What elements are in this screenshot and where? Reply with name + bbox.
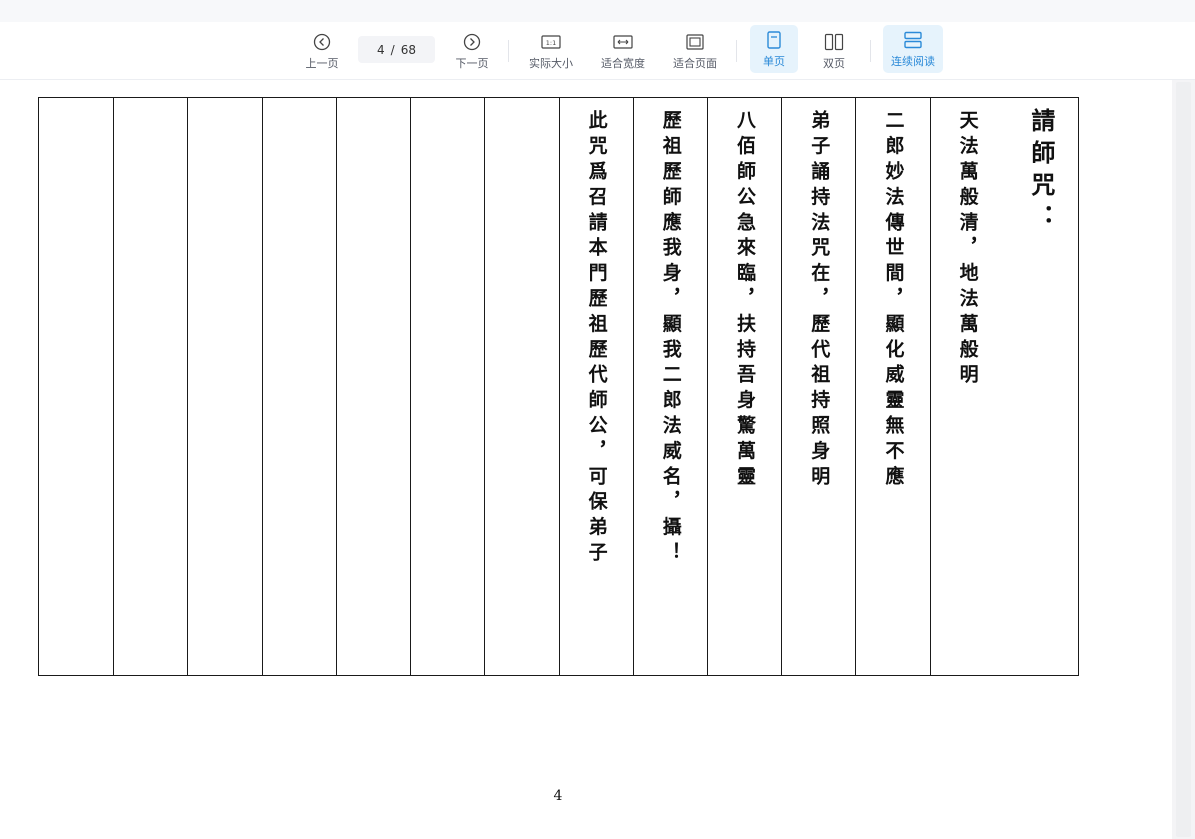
manuscript-column (261, 98, 336, 675)
double-page-label: 双页 (823, 56, 845, 70)
manuscript-column: 此咒爲召請本門歷祖歷代師公，可保弟子 (558, 98, 633, 675)
continuous-read-button[interactable]: 连续阅读 (883, 25, 943, 73)
continuous-read-icon (903, 30, 923, 50)
page-number-footer: 4 (553, 788, 563, 804)
double-page-button[interactable]: 双页 (812, 22, 856, 80)
actual-size-icon-text: 1:1 (546, 39, 556, 47)
incantation-line: 天法萬般清，地法萬般明 (956, 110, 979, 390)
manuscript-column (39, 98, 113, 675)
toolbar-divider (508, 40, 509, 62)
manuscript-grid: 請師咒： 天法萬般清，地法萬般明 二郎妙法傳世間，顯化威靈無不應 弟子誦持法咒在，歷代… (38, 97, 1079, 676)
manuscript-column (335, 98, 410, 675)
chevron-left-circle-icon (312, 32, 332, 52)
incantation-line: 八佰師公急來臨，扶持吾身驚萬靈 (734, 110, 757, 491)
manuscript-column: 歷祖歷師應我身，顯我二郎法威名，攝！ (632, 98, 707, 675)
incantation-line: 歷祖歷師應我身，顯我二郎法威名，攝！ (659, 110, 682, 568)
manuscript-column: 請師咒： (1004, 98, 1078, 675)
incantation-title: 請師咒： (1026, 108, 1056, 236)
fit-page-icon (685, 32, 705, 52)
incantation-line: 二郎妙法傳世間，顯化威靈無不應 (882, 110, 905, 491)
scrollbar-thumb[interactable] (1176, 82, 1191, 837)
actual-size-button[interactable]: 1:1 实际大小 (524, 22, 578, 80)
current-page-input[interactable]: 4 (377, 43, 385, 57)
actual-size-icon: 1:1 (541, 32, 561, 52)
toolbar-divider (736, 40, 737, 62)
fit-width-icon (613, 32, 633, 52)
double-page-icon (824, 32, 844, 52)
viewer-toolbar: 上一页 4 / 68 下一页 1:1 实际大小 适合宽度 适合页面 单页 双页 … (0, 22, 1195, 80)
single-page-icon (764, 30, 784, 50)
manuscript-column: 弟子誦持法咒在，歷代祖持照身明 (781, 98, 855, 675)
manuscript-column (187, 98, 261, 675)
single-page-label: 单页 (763, 54, 785, 68)
manuscript-column (484, 98, 558, 675)
page-indicator[interactable]: 4 / 68 (358, 36, 435, 63)
incantation-line: 弟子誦持法咒在，歷代祖持照身明 (808, 110, 831, 491)
manuscript-column: 八佰師公急來臨，扶持吾身驚萬靈 (706, 98, 781, 675)
window-top-strip (0, 0, 1195, 22)
fit-page-label: 适合页面 (673, 56, 717, 70)
manuscript-column (113, 98, 187, 675)
fit-width-button[interactable]: 适合宽度 (596, 22, 650, 80)
manuscript-column: 二郎妙法傳世間，顯化威靈無不應 (855, 98, 929, 675)
manuscript-column (410, 98, 484, 675)
prev-page-label: 上一页 (305, 56, 339, 70)
chevron-right-circle-icon (462, 32, 482, 52)
continuous-read-label: 连续阅读 (891, 54, 935, 68)
single-page-button[interactable]: 单页 (750, 25, 798, 73)
next-page-button[interactable]: 下一页 (450, 22, 494, 80)
fit-width-label: 适合宽度 (601, 56, 645, 70)
actual-size-label: 实际大小 (529, 56, 573, 70)
page-separator: / (390, 42, 395, 57)
prev-page-button[interactable]: 上一页 (300, 22, 344, 80)
fit-page-button[interactable]: 适合页面 (668, 22, 722, 80)
next-page-label: 下一页 (455, 56, 489, 70)
incantation-line: 此咒爲召請本門歷祖歷代師公，可保弟子 (585, 110, 608, 568)
total-pages: 68 (400, 42, 416, 57)
manuscript-column: 天法萬般清，地法萬般明 (929, 98, 1004, 675)
toolbar-divider (870, 40, 871, 62)
